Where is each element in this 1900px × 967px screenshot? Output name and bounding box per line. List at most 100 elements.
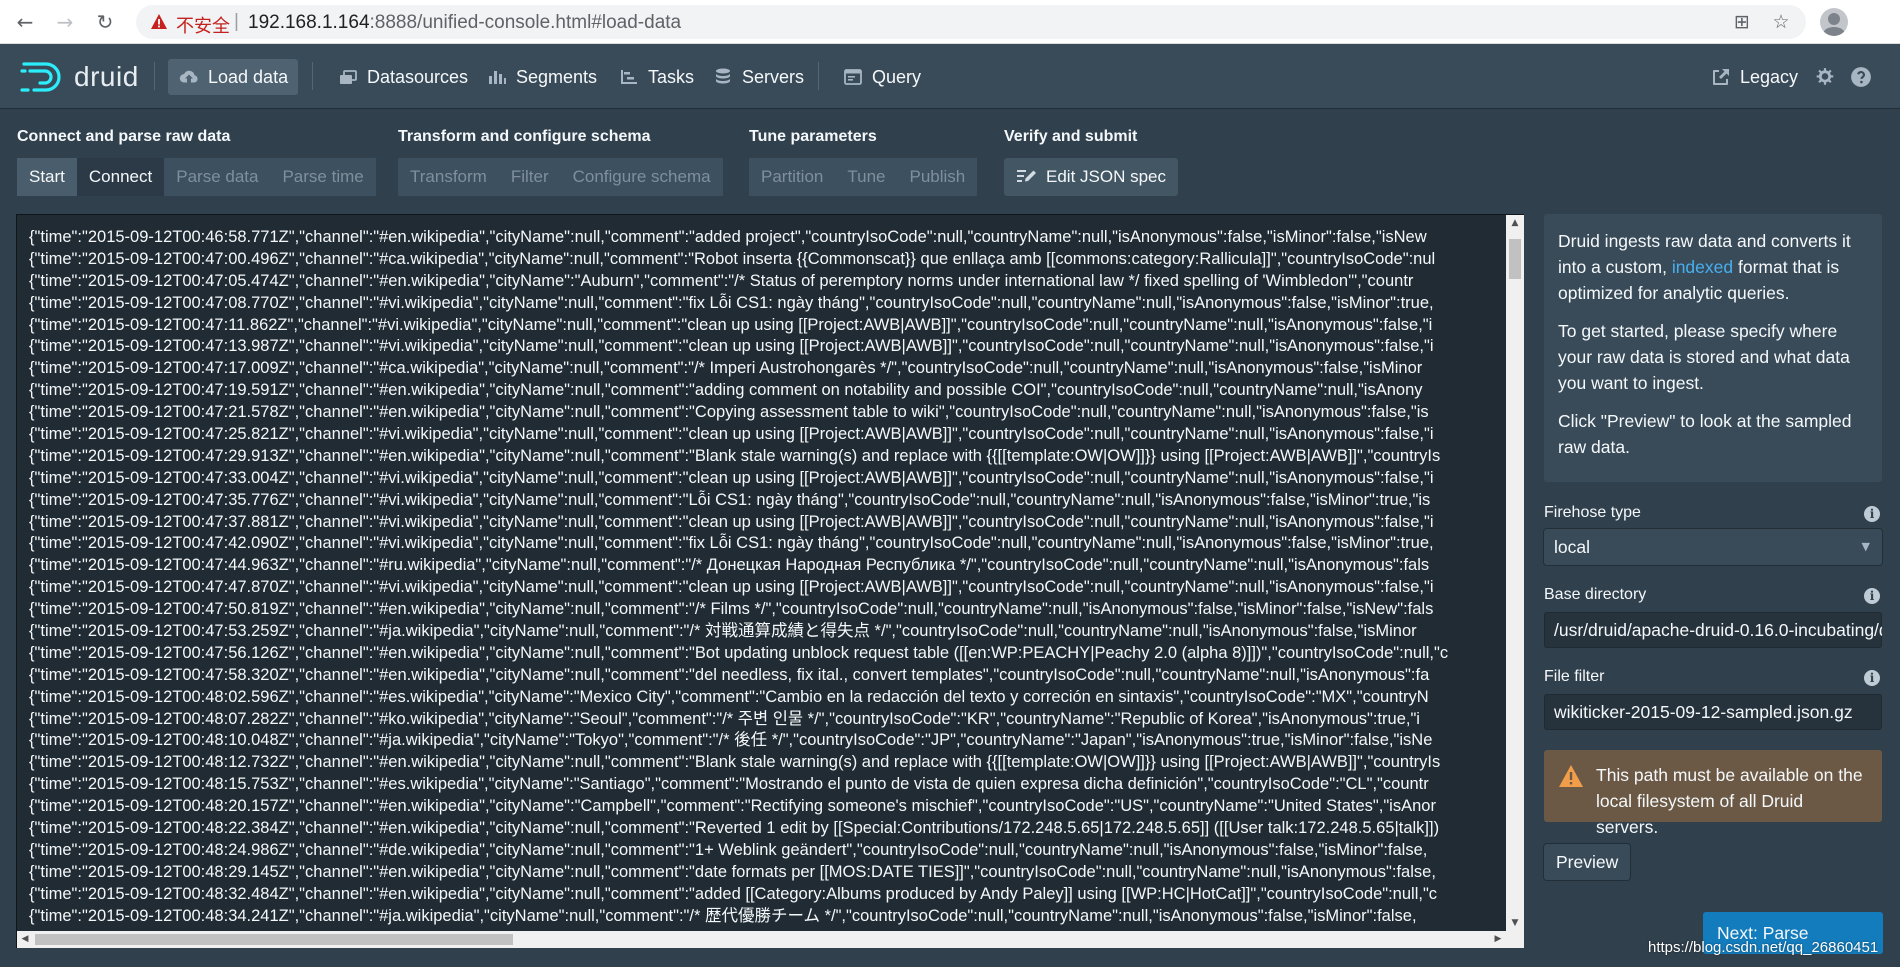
- raw-data-line: {"time":"2015-09-12T00:48:29.145Z","chan…: [29, 862, 1436, 881]
- raw-data-line: {"time":"2015-09-12T00:48:15.753Z","chan…: [29, 775, 1429, 794]
- base-directory-info-icon[interactable]: i: [1864, 588, 1880, 604]
- multi-select-icon: [337, 66, 359, 88]
- raw-data-line: {"time":"2015-09-12T00:48:07.282Z","chan…: [29, 709, 1420, 728]
- nav-divider: [818, 62, 819, 90]
- help-icon[interactable]: [1848, 64, 1874, 90]
- base-directory-input[interactable]: /usr/druid/apache-druid-0.16.0-incubatin…: [1544, 612, 1882, 648]
- scroll-right-arrow-icon[interactable]: ▶: [1490, 931, 1506, 948]
- address-separator: |: [234, 11, 239, 32]
- forward-arrow-icon[interactable]: →: [52, 9, 78, 35]
- raw-data-line: {"time":"2015-09-12T00:47:11.862Z","chan…: [29, 315, 1433, 334]
- nav-load-data[interactable]: Load data: [168, 59, 299, 95]
- raw-data-line: {"time":"2015-09-12T00:47:33.004Z","chan…: [29, 468, 1434, 487]
- step-parse-time[interactable]: Parse time: [270, 158, 376, 196]
- step-edit-json-spec-label: Edit JSON spec: [1046, 167, 1166, 186]
- step-start[interactable]: Start: [17, 158, 77, 196]
- vertical-scroll-thumb[interactable]: [1509, 239, 1521, 279]
- back-arrow-icon[interactable]: ←: [12, 9, 38, 35]
- url-path: :8888/unified-console.html#load-data: [369, 12, 682, 33]
- raw-data-line: {"time":"2015-09-12T00:47:50.819Z","chan…: [29, 600, 1434, 619]
- reload-icon[interactable]: ↻: [92, 9, 118, 35]
- raw-data-line: {"time":"2015-09-12T00:47:56.126Z","chan…: [29, 643, 1449, 662]
- step-transform[interactable]: Transform: [398, 158, 499, 196]
- horizontal-scrollbar[interactable]: ◀ ▶: [17, 931, 1506, 948]
- druid-logo[interactable]: druid: [20, 59, 139, 95]
- url-text[interactable]: 192.168.1.164:8888/unified-console.html#…: [248, 12, 681, 34]
- raw-data-line: {"time":"2015-09-12T00:48:12.732Z","chan…: [29, 753, 1441, 772]
- raw-data-line: {"time":"2015-09-12T00:47:42.090Z","chan…: [29, 534, 1434, 553]
- scroll-down-arrow-icon[interactable]: ▼: [1506, 915, 1524, 931]
- raw-data-line: {"time":"2015-09-12T00:47:29.913Z","chan…: [29, 446, 1441, 465]
- warning-triangle-icon: [1559, 765, 1583, 787]
- edit-list-icon: [1017, 170, 1036, 182]
- base-directory-label: Base directory: [1544, 586, 1647, 603]
- druid-logo-text: druid: [74, 61, 139, 92]
- nav-datasources-label: Datasources: [367, 66, 469, 87]
- raw-data-line: {"time":"2015-09-12T00:47:58.320Z","chan…: [29, 665, 1430, 684]
- resize-handle[interactable]: [1506, 931, 1524, 948]
- nav-load-data-label: Load data: [208, 66, 289, 87]
- nav-segments[interactable]: Segments: [476, 59, 607, 95]
- share-icon: [1710, 66, 1732, 88]
- step-tune[interactable]: Tune: [835, 158, 898, 196]
- info-paragraph-1: Druid ingests raw data and converts it i…: [1558, 228, 1868, 306]
- raw-data-line: {"time":"2015-09-12T00:48:10.048Z","chan…: [29, 731, 1433, 750]
- firehose-info-icon[interactable]: i: [1864, 506, 1880, 522]
- step-configure-schema[interactable]: Configure schema: [560, 158, 723, 196]
- watermark: https://blog.csdn.net/qq_26860451: [1648, 939, 1879, 956]
- step-connect[interactable]: Connect: [76, 158, 165, 196]
- nav-tasks[interactable]: Tasks: [608, 59, 704, 95]
- raw-data-line: {"time":"2015-09-12T00:48:24.986Z","chan…: [29, 840, 1428, 859]
- step-edit-json-spec[interactable]: Edit JSON spec: [1004, 158, 1178, 196]
- info-callout: Druid ingests raw data and converts it i…: [1544, 214, 1882, 482]
- firehose-type-value: local: [1554, 537, 1590, 557]
- vertical-scrollbar[interactable]: ▲ ▼: [1506, 215, 1524, 931]
- stacked-chart-icon: [486, 66, 508, 88]
- nav-query-label: Query: [872, 66, 922, 87]
- file-filter-info-icon[interactable]: i: [1864, 670, 1880, 686]
- scroll-up-arrow-icon[interactable]: ▲: [1506, 215, 1524, 231]
- nav-servers[interactable]: Servers: [702, 59, 814, 95]
- raw-data-line: {"time":"2015-09-12T00:47:53.259Z","chan…: [29, 622, 1417, 641]
- file-filter-label: File filter: [1544, 668, 1605, 685]
- cloud-upload-icon: [178, 66, 200, 88]
- raw-data-line: {"time":"2015-09-12T00:46:58.771Z","chan…: [29, 228, 1427, 246]
- address-bar[interactable]: 不安全 | 192.168.1.164:8888/unified-console…: [136, 5, 1806, 39]
- raw-data-line: {"time":"2015-09-12T00:48:32.484Z","chan…: [29, 884, 1438, 903]
- warning-text: This path must be available on the local…: [1596, 765, 1863, 837]
- step-parse-data[interactable]: Parse data: [164, 158, 271, 196]
- nav-segments-label: Segments: [516, 66, 598, 87]
- nav-query[interactable]: Query: [832, 59, 931, 95]
- raw-data-line: {"time":"2015-09-12T00:47:25.821Z","chan…: [29, 425, 1434, 444]
- translate-icon[interactable]: ⊞: [1731, 11, 1753, 33]
- step-group-verify: Edit JSON spec: [1004, 158, 1178, 196]
- raw-data-line: {"time":"2015-09-12T00:47:37.881Z","chan…: [29, 512, 1434, 531]
- nav-legacy[interactable]: Legacy: [1700, 59, 1808, 95]
- caret-down-icon: ▼: [1861, 540, 1870, 553]
- nav-datasources[interactable]: Datasources: [327, 59, 478, 95]
- info-paragraph-3: Click "Preview" to look at the sampled r…: [1558, 411, 1852, 457]
- step-publish[interactable]: Publish: [897, 158, 978, 196]
- section-label-verify: Verify and submit: [1004, 128, 1138, 145]
- browser-toolbar: ← → ↻ 不安全 | 192.168.1.164:8888/unified-c…: [0, 0, 1900, 44]
- step-filter[interactable]: Filter: [498, 158, 561, 196]
- step-partition[interactable]: Partition: [749, 158, 836, 196]
- raw-data-line: {"time":"2015-09-12T00:47:19.591Z","chan…: [29, 381, 1423, 400]
- horizontal-scroll-thumb[interactable]: [35, 934, 513, 945]
- indexed-link[interactable]: indexed: [1672, 257, 1733, 277]
- application-icon: [842, 66, 864, 88]
- firehose-type-label: Firehose type: [1544, 504, 1641, 521]
- raw-data-preview[interactable]: {"time":"2015-09-12T00:46:58.771Z","chan…: [16, 214, 1524, 948]
- preview-button[interactable]: Preview: [1544, 844, 1631, 880]
- scroll-left-arrow-icon[interactable]: ◀: [17, 931, 33, 948]
- profile-avatar-icon[interactable]: [1820, 8, 1848, 36]
- raw-data-line: {"time":"2015-09-12T00:48:34.241Z","chan…: [29, 906, 1417, 925]
- settings-gear-icon[interactable]: [1812, 64, 1838, 90]
- file-filter-input[interactable]: wikiticker-2015-09-12-sampled.json.gz: [1544, 694, 1882, 730]
- raw-data-line: {"time":"2015-09-12T00:47:17.009Z","chan…: [29, 359, 1423, 378]
- bookmark-star-icon[interactable]: ☆: [1770, 11, 1792, 33]
- raw-data-line: {"time":"2015-09-12T00:47:44.963Z","chan…: [29, 556, 1430, 575]
- raw-data-line: {"time":"2015-09-12T00:47:47.870Z","chan…: [29, 578, 1434, 597]
- section-label-transform: Transform and configure schema: [398, 128, 651, 145]
- firehose-type-select[interactable]: local ▼: [1544, 529, 1882, 565]
